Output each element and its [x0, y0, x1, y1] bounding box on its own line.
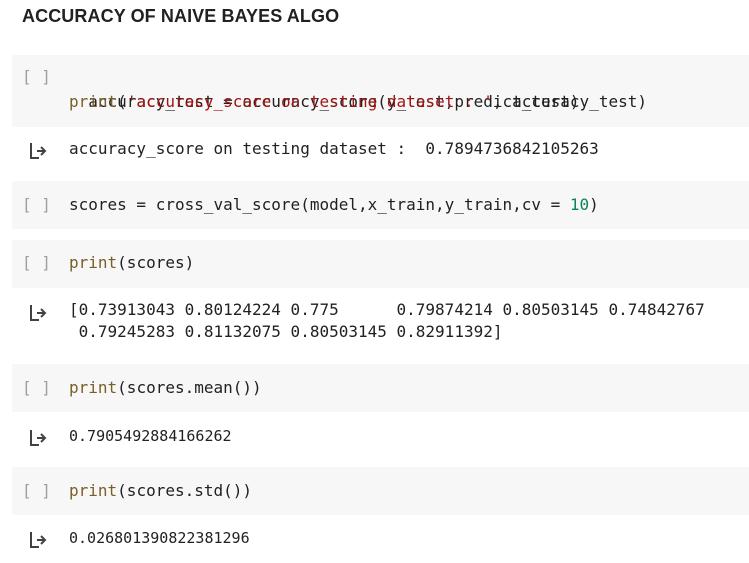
output-arrow-icon — [30, 305, 47, 321]
code-line: scores = cross_val_score(model,x_train,y… — [69, 193, 599, 217]
code-line: print(scores.std()) — [69, 479, 252, 503]
output-arrow-icon — [30, 532, 47, 548]
run-cell-icon[interactable]: [ ] — [22, 67, 51, 86]
run-cell-icon[interactable]: [ ] — [22, 253, 51, 272]
code-text: scores = cross_val_score(model,x_train,y… — [69, 195, 570, 214]
code-text: ) — [589, 195, 599, 214]
code-line: print(scores.mean()) — [69, 376, 262, 400]
code-line: print(scores) — [69, 251, 194, 275]
cell-output: accuracy_score on testing dataset : 0.78… — [69, 139, 599, 158]
cell-output: 0.026801390822381296 — [69, 529, 250, 547]
run-cell-icon[interactable]: [ ] — [22, 481, 51, 500]
cell-output-line: [0.73913043 0.80124224 0.775 0.79874214 … — [69, 300, 705, 319]
run-cell-icon[interactable]: [ ] — [22, 195, 51, 214]
code-function: print — [69, 92, 118, 111]
code-function: print — [69, 481, 118, 500]
code-function: print — [69, 378, 118, 397]
code-line: print('accuracy_score on testing dataset… — [69, 90, 647, 114]
code-string: 'accuracy_score on testing dataset : ' — [126, 92, 493, 111]
run-cell-icon[interactable]: [ ] — [22, 378, 51, 397]
output-arrow-icon — [30, 143, 47, 159]
output-arrow-icon — [30, 430, 47, 446]
code-text: (scores.std()) — [117, 481, 253, 500]
cell-output: 0.7905492884166262 — [69, 427, 232, 445]
cell-output-line: 0.79245283 0.81132075 0.80503145 0.82911… — [69, 322, 503, 341]
code-text: ( — [117, 92, 127, 111]
section-heading: ACCURACY OF NAIVE BAYES ALGO — [22, 6, 340, 26]
code-function: print — [69, 253, 118, 272]
code-text: (scores.mean()) — [117, 378, 262, 397]
code-number: 10 — [569, 195, 590, 214]
code-text: , accuracy_test) — [492, 92, 647, 111]
code-text: (scores) — [117, 253, 195, 272]
